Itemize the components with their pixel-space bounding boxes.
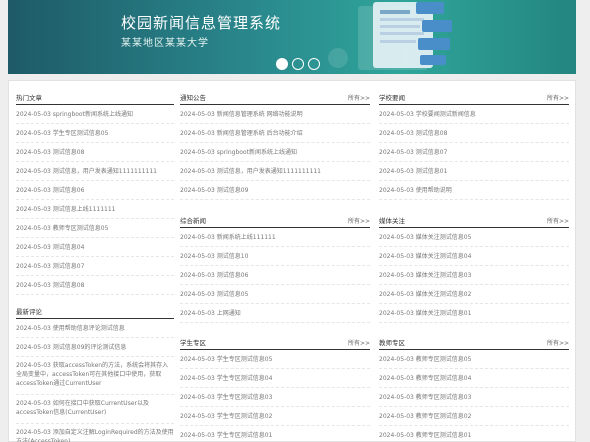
section-header: 综合新闻 所有>>	[180, 208, 370, 228]
list-item[interactable]: 2024-05-03 学生专区测试信息03	[180, 388, 370, 407]
section-title: 通知公告	[180, 94, 206, 102]
list-item[interactable]: 2024-05-03 媒体关注测试信息03	[379, 266, 569, 285]
list-item[interactable]: 2024-05-03 学生专区测试信息02	[180, 407, 370, 426]
list-item[interactable]: 2024-05-03 学生专区测试信息05	[180, 350, 370, 369]
notice-list: 2024-05-03 新闻信息管理系统 网络功能说明 2024-05-03 新闻…	[180, 105, 370, 200]
carousel-dot-1[interactable]	[276, 58, 288, 70]
list-item[interactable]: 2024-05-03 测试信息07	[16, 257, 174, 276]
carousel-dot-2[interactable]	[292, 58, 304, 70]
list-item[interactable]: 2024-05-03 上网通知	[180, 304, 370, 323]
list-item[interactable]: 2024-05-03 如何在接口中获取CurrentUser以及accessTo…	[16, 395, 174, 424]
comments-list: 2024-05-03 使用帮助信息评论测试信息 2024-05-03 测试信息0…	[16, 319, 174, 442]
list-item[interactable]: 2024-05-03 测试信息上线1111111	[16, 200, 174, 219]
section-title: 最新评论	[16, 308, 42, 316]
section-title: 综合新闻	[180, 217, 206, 225]
list-item[interactable]: 2024-05-03 学校要闻测试新闻信息	[379, 105, 569, 124]
student-list: 2024-05-03 学生专区测试信息05 2024-05-03 学生专区测试信…	[180, 350, 370, 442]
list-item[interactable]: 2024-05-03 新闻系统上线111111	[180, 228, 370, 247]
section-student: 学生专区 所有>> 2024-05-03 学生专区测试信息05 2024-05-…	[180, 330, 370, 442]
list-item[interactable]: 2024-05-03 使用帮助信息评论测试信息	[16, 319, 174, 338]
list-item[interactable]: 2024-05-03 媒体关注测试信息05	[379, 228, 569, 247]
list-item[interactable]: 2024-05-03 使用帮助说明	[379, 181, 569, 200]
list-item[interactable]: 2024-05-03 学生专区测试信息05	[16, 124, 174, 143]
list-item[interactable]: 2024-05-03 媒体关注测试信息02	[379, 285, 569, 304]
list-item[interactable]: 2024-05-03 新闻信息管理系统 后台功能介绍	[180, 124, 370, 143]
content-panel: 热门文章 2024-05-03 springboot新闻系统上线通知 2024-…	[8, 80, 576, 442]
section-title: 教师专区	[379, 339, 405, 347]
banner-illustration	[328, 2, 452, 70]
list-item[interactable]: 2024-05-03 springboot新闻系统上线通知	[180, 143, 370, 162]
carousel-dots	[276, 58, 320, 70]
list-item[interactable]: 2024-05-03 测试信息10	[180, 247, 370, 266]
list-item[interactable]: 2024-05-03 教师专区测试信息04	[379, 369, 569, 388]
latest-list: 2024-05-03 springboot新闻系统上线通知 2024-05-03…	[16, 105, 174, 295]
list-item[interactable]: 2024-05-03 学生专区测试信息04	[180, 369, 370, 388]
section-general: 综合新闻 所有>> 2024-05-03 新闻系统上线111111 2024-0…	[180, 208, 370, 323]
section-title: 学生专区	[180, 339, 206, 347]
school-list: 2024-05-03 学校要闻测试新闻信息 2024-05-03 测试信息08 …	[379, 105, 569, 200]
list-item[interactable]: 2024-05-03 媒体关注测试信息04	[379, 247, 569, 266]
list-item[interactable]: 2024-05-03 测试信息01	[379, 162, 569, 181]
section-header: 学生专区 所有>>	[180, 330, 370, 350]
list-item[interactable]: 2024-05-03 测试信息04	[16, 238, 174, 257]
section-header: 通知公告 所有>>	[180, 85, 370, 105]
list-item[interactable]: 2024-05-03 教师专区测试信息01	[379, 426, 569, 442]
section-header: 最新评论	[16, 299, 174, 319]
list-item[interactable]: 2024-05-03 教师专区测试信息05	[16, 219, 174, 238]
more-link[interactable]: 所有>>	[547, 93, 569, 102]
general-list: 2024-05-03 新闻系统上线111111 2024-05-03 测试信息1…	[180, 228, 370, 323]
list-item[interactable]: 2024-05-03 测试信息，用户发表通知1111111111	[180, 162, 370, 181]
list-item[interactable]: 2024-05-03 springboot新闻系统上线通知	[16, 105, 174, 124]
list-item[interactable]: 2024-05-03 教师专区测试信息05	[379, 350, 569, 369]
teacher-list: 2024-05-03 教师专区测试信息05 2024-05-03 教师专区测试信…	[379, 350, 569, 442]
section-title: 媒体关注	[379, 217, 405, 225]
carousel-dot-3[interactable]	[308, 58, 320, 70]
section-header: 学校要闻 所有>>	[379, 85, 569, 105]
list-item[interactable]: 2024-05-03 教师专区测试信息02	[379, 407, 569, 426]
list-item[interactable]: 2024-05-03 测试信息06	[180, 266, 370, 285]
list-item[interactable]: 2024-05-03 添加自定义注解LoginRequired的方法及使用方法(…	[16, 424, 174, 442]
more-link[interactable]: 所有>>	[348, 93, 370, 102]
more-link[interactable]: 所有>>	[547, 216, 569, 225]
section-header: 热门文章	[16, 85, 174, 105]
list-item[interactable]: 2024-05-03 测试信息08	[16, 143, 174, 162]
hero-banner: 校园新闻信息管理系统 某某地区某某大学	[8, 0, 576, 74]
list-item[interactable]: 2024-05-03 测试信息08	[379, 124, 569, 143]
list-item[interactable]: 2024-05-03 媒体关注测试信息01	[379, 304, 569, 323]
banner-subtitle: 某某地区某某大学	[121, 38, 209, 49]
section-latest: 热门文章 2024-05-03 springboot新闻系统上线通知 2024-…	[16, 85, 174, 295]
list-item[interactable]: 2024-05-03 测试信息08	[16, 276, 174, 295]
list-item[interactable]: 2024-05-03 测试信息，用户发表通知1111111111	[16, 162, 174, 181]
list-item[interactable]: 2024-05-03 测试信息09的评论测试信息	[16, 338, 174, 357]
list-item[interactable]: 2024-05-03 学生专区测试信息01	[180, 426, 370, 442]
section-media: 媒体关注 所有>> 2024-05-03 媒体关注测试信息05 2024-05-…	[379, 208, 569, 323]
list-item[interactable]: 2024-05-03 教师专区测试信息03	[379, 388, 569, 407]
section-comments: 最新评论 2024-05-03 使用帮助信息评论测试信息 2024-05-03 …	[16, 299, 174, 442]
list-item[interactable]: 2024-05-03 测试信息05	[180, 285, 370, 304]
more-link[interactable]: 所有>>	[348, 338, 370, 347]
list-item[interactable]: 2024-05-03 测试信息09	[180, 181, 370, 200]
banner-title: 校园新闻信息管理系统	[121, 14, 282, 32]
section-title: 热门文章	[16, 94, 42, 102]
section-teacher: 教师专区 所有>> 2024-05-03 教师专区测试信息05 2024-05-…	[379, 330, 569, 442]
section-title: 学校要闻	[379, 94, 405, 102]
more-link[interactable]: 所有>>	[348, 216, 370, 225]
more-link[interactable]: 所有>>	[547, 338, 569, 347]
section-notice: 通知公告 所有>> 2024-05-03 新闻信息管理系统 网络功能说明 202…	[180, 85, 370, 200]
list-item[interactable]: 2024-05-03 获取accessToken的方法，系统会将其存入全局变量中…	[16, 357, 174, 395]
list-item[interactable]: 2024-05-03 测试信息06	[16, 181, 174, 200]
section-school: 学校要闻 所有>> 2024-05-03 学校要闻测试新闻信息 2024-05-…	[379, 85, 569, 200]
list-item[interactable]: 2024-05-03 新闻信息管理系统 网络功能说明	[180, 105, 370, 124]
section-header: 媒体关注 所有>>	[379, 208, 569, 228]
media-list: 2024-05-03 媒体关注测试信息05 2024-05-03 媒体关注测试信…	[379, 228, 569, 323]
list-item[interactable]: 2024-05-03 测试信息07	[379, 143, 569, 162]
section-header: 教师专区 所有>>	[379, 330, 569, 350]
